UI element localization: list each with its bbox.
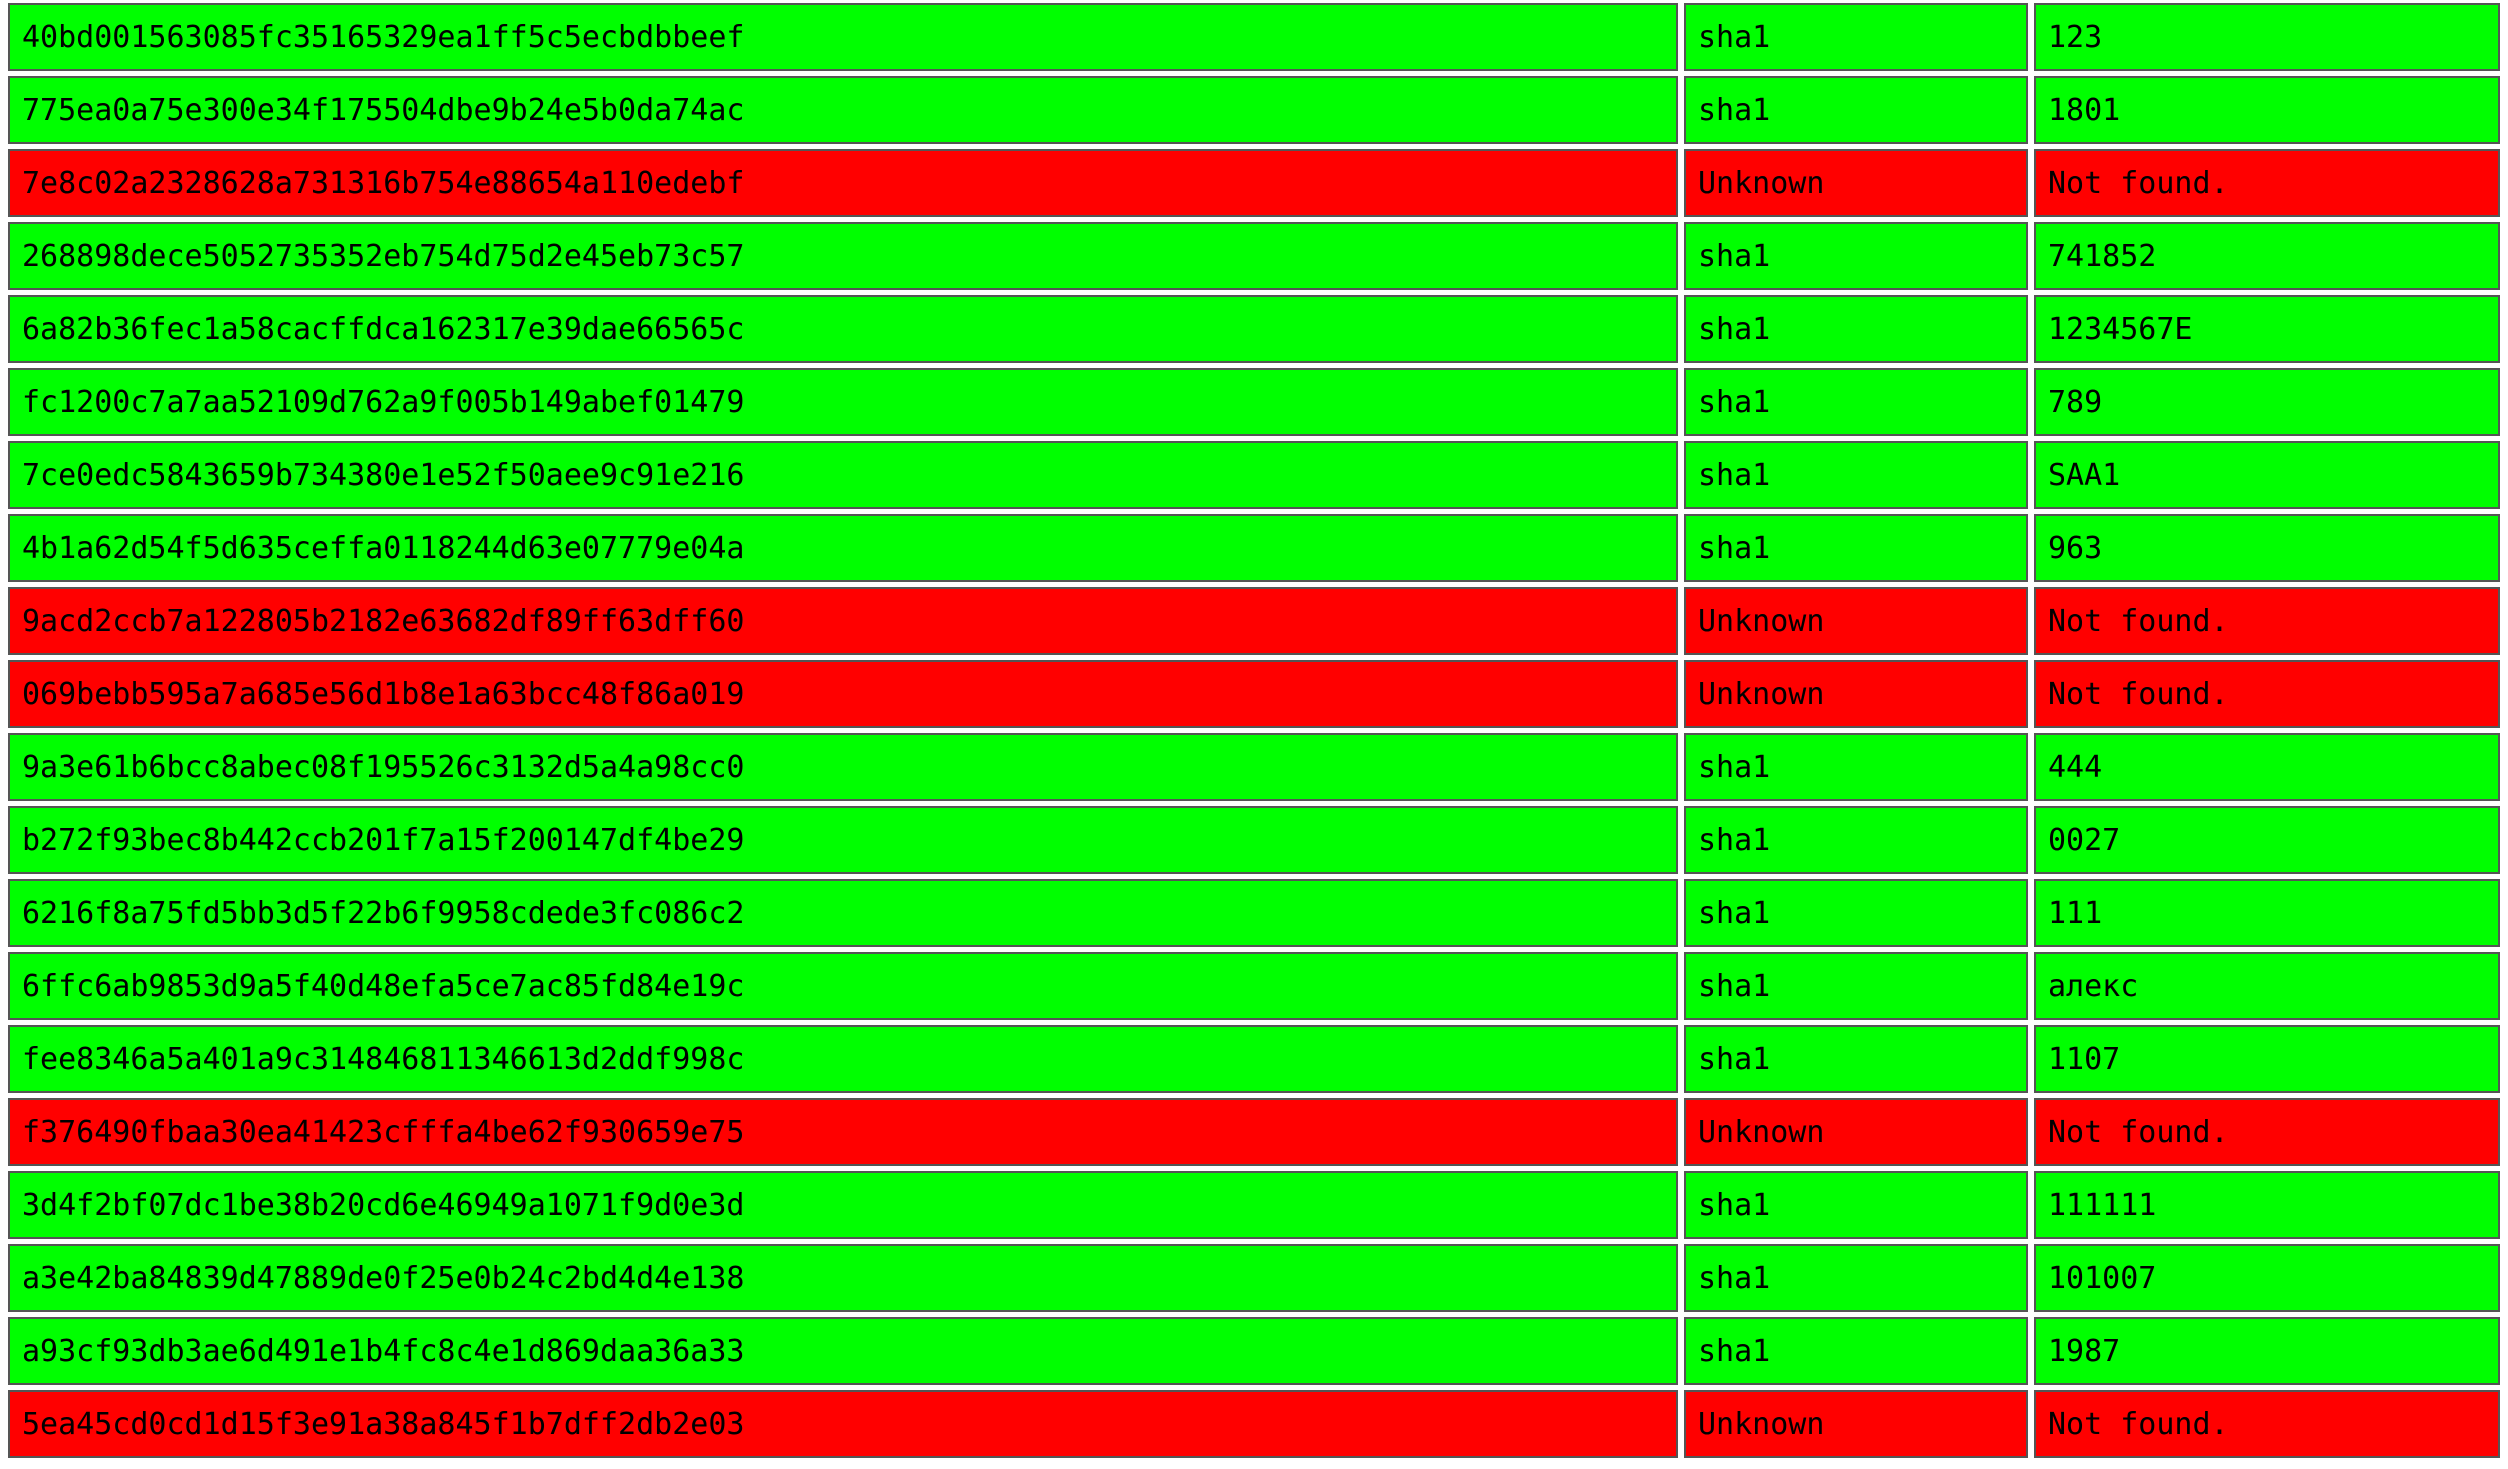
hash-cell: 6a82b36fec1a58cacffdca162317e39dae66565c: [8, 295, 1678, 363]
hash-type-cell: Unknown: [1684, 149, 2028, 217]
table-row: 3d4f2bf07dc1be38b20cd6e46949a1071f9d0e3d…: [8, 1171, 2500, 1239]
hash-cell: b272f93bec8b442ccb201f7a15f200147df4be29: [8, 806, 1678, 874]
hash-cell: 268898dece5052735352eb754d75d2e45eb73c57: [8, 222, 1678, 290]
hash-type-cell: sha1: [1684, 879, 2028, 947]
cracked-result-cell: 963: [2034, 514, 2500, 582]
hash-type-cell: Unknown: [1684, 1098, 2028, 1166]
table-row: a3e42ba84839d47889de0f25e0b24c2bd4d4e138…: [8, 1244, 2500, 1312]
hash-cell: 40bd001563085fc35165329ea1ff5c5ecbdbbeef: [8, 3, 1678, 71]
hash-cell: 775ea0a75e300e34f175504dbe9b24e5b0da74ac: [8, 76, 1678, 144]
hash-cell: 7ce0edc5843659b734380e1e52f50aee9c91e216: [8, 441, 1678, 509]
hash-cell: 069bebb595a7a685e56d1b8e1a63bcc48f86a019: [8, 660, 1678, 728]
hash-type-cell: sha1: [1684, 806, 2028, 874]
cracked-result-cell: Not found.: [2034, 1390, 2500, 1458]
table-row: 069bebb595a7a685e56d1b8e1a63bcc48f86a019…: [8, 660, 2500, 728]
hash-cell: 5ea45cd0cd1d15f3e91a38a845f1b7dff2db2e03: [8, 1390, 1678, 1458]
table-row: fee8346a5a401a9c314846811346613d2ddf998c…: [8, 1025, 2500, 1093]
hash-cell: 9acd2ccb7a122805b2182e63682df89ff63dff60: [8, 587, 1678, 655]
hash-type-cell: sha1: [1684, 952, 2028, 1020]
hash-type-cell: sha1: [1684, 295, 2028, 363]
table-row: 268898dece5052735352eb754d75d2e45eb73c57…: [8, 222, 2500, 290]
hash-type-cell: sha1: [1684, 3, 2028, 71]
hash-type-cell: sha1: [1684, 1025, 2028, 1093]
hash-type-cell: sha1: [1684, 76, 2028, 144]
hash-cell: fee8346a5a401a9c314846811346613d2ddf998c: [8, 1025, 1678, 1093]
hash-cell: 9a3e61b6bcc8abec08f195526c3132d5a4a98cc0: [8, 733, 1678, 801]
hash-type-cell: sha1: [1684, 514, 2028, 582]
hash-type-cell: sha1: [1684, 368, 2028, 436]
hash-cell: a3e42ba84839d47889de0f25e0b24c2bd4d4e138: [8, 1244, 1678, 1312]
hash-type-cell: Unknown: [1684, 587, 2028, 655]
cracked-result-cell: алекс: [2034, 952, 2500, 1020]
hash-results-table: 40bd001563085fc35165329ea1ff5c5ecbdbbeef…: [8, 3, 2500, 1463]
table-row: 6216f8a75fd5bb3d5f22b6f9958cdede3fc086c2…: [8, 879, 2500, 947]
table-row: a93cf93db3ae6d491e1b4fc8c4e1d869daa36a33…: [8, 1317, 2500, 1385]
hash-type-cell: sha1: [1684, 1244, 2028, 1312]
table-row: 7ce0edc5843659b734380e1e52f50aee9c91e216…: [8, 441, 2500, 509]
cracked-result-cell: 741852: [2034, 222, 2500, 290]
cracked-result-cell: 111: [2034, 879, 2500, 947]
hash-type-cell: Unknown: [1684, 1390, 2028, 1458]
cracked-result-cell: 123: [2034, 3, 2500, 71]
cracked-result-cell: 1234567E: [2034, 295, 2500, 363]
table-row: 6a82b36fec1a58cacffdca162317e39dae66565c…: [8, 295, 2500, 363]
cracked-result-cell: SAA1: [2034, 441, 2500, 509]
table-row: 5ea45cd0cd1d15f3e91a38a845f1b7dff2db2e03…: [8, 1390, 2500, 1458]
table-row: 4b1a62d54f5d635ceffa0118244d63e07779e04a…: [8, 514, 2500, 582]
table-row: 9a3e61b6bcc8abec08f195526c3132d5a4a98cc0…: [8, 733, 2500, 801]
table-row: 7e8c02a2328628a731316b754e88654a110edebf…: [8, 149, 2500, 217]
table-row: 9acd2ccb7a122805b2182e63682df89ff63dff60…: [8, 587, 2500, 655]
table-row: 40bd001563085fc35165329ea1ff5c5ecbdbbeef…: [8, 3, 2500, 71]
cracked-result-cell: 1801: [2034, 76, 2500, 144]
cracked-result-cell: 789: [2034, 368, 2500, 436]
table-row: fc1200c7a7aa52109d762a9f005b149abef01479…: [8, 368, 2500, 436]
hash-type-cell: sha1: [1684, 1317, 2028, 1385]
hash-cell: 6216f8a75fd5bb3d5f22b6f9958cdede3fc086c2: [8, 879, 1678, 947]
cracked-result-cell: 1107: [2034, 1025, 2500, 1093]
cracked-result-cell: 1987: [2034, 1317, 2500, 1385]
hash-type-cell: sha1: [1684, 1171, 2028, 1239]
hash-cell: 4b1a62d54f5d635ceffa0118244d63e07779e04a: [8, 514, 1678, 582]
cracked-result-cell: Not found.: [2034, 660, 2500, 728]
hash-cell: 7e8c02a2328628a731316b754e88654a110edebf: [8, 149, 1678, 217]
cracked-result-cell: 101007: [2034, 1244, 2500, 1312]
cracked-result-cell: Not found.: [2034, 587, 2500, 655]
hash-cell: f376490fbaa30ea41423cfffa4be62f930659e75: [8, 1098, 1678, 1166]
hash-type-cell: sha1: [1684, 222, 2028, 290]
hash-cell: fc1200c7a7aa52109d762a9f005b149abef01479: [8, 368, 1678, 436]
table-row: b272f93bec8b442ccb201f7a15f200147df4be29…: [8, 806, 2500, 874]
table-row: 6ffc6ab9853d9a5f40d48efa5ce7ac85fd84e19c…: [8, 952, 2500, 1020]
hash-cell: 6ffc6ab9853d9a5f40d48efa5ce7ac85fd84e19c: [8, 952, 1678, 1020]
hash-type-cell: sha1: [1684, 733, 2028, 801]
cracked-result-cell: 0027: [2034, 806, 2500, 874]
table-row: f376490fbaa30ea41423cfffa4be62f930659e75…: [8, 1098, 2500, 1166]
table-row: 775ea0a75e300e34f175504dbe9b24e5b0da74ac…: [8, 76, 2500, 144]
cracked-result-cell: 111111: [2034, 1171, 2500, 1239]
cracked-result-cell: 444: [2034, 733, 2500, 801]
cracked-result-cell: Not found.: [2034, 149, 2500, 217]
hash-type-cell: sha1: [1684, 441, 2028, 509]
hash-cell: a93cf93db3ae6d491e1b4fc8c4e1d869daa36a33: [8, 1317, 1678, 1385]
hash-type-cell: Unknown: [1684, 660, 2028, 728]
cracked-result-cell: Not found.: [2034, 1098, 2500, 1166]
hash-cell: 3d4f2bf07dc1be38b20cd6e46949a1071f9d0e3d: [8, 1171, 1678, 1239]
